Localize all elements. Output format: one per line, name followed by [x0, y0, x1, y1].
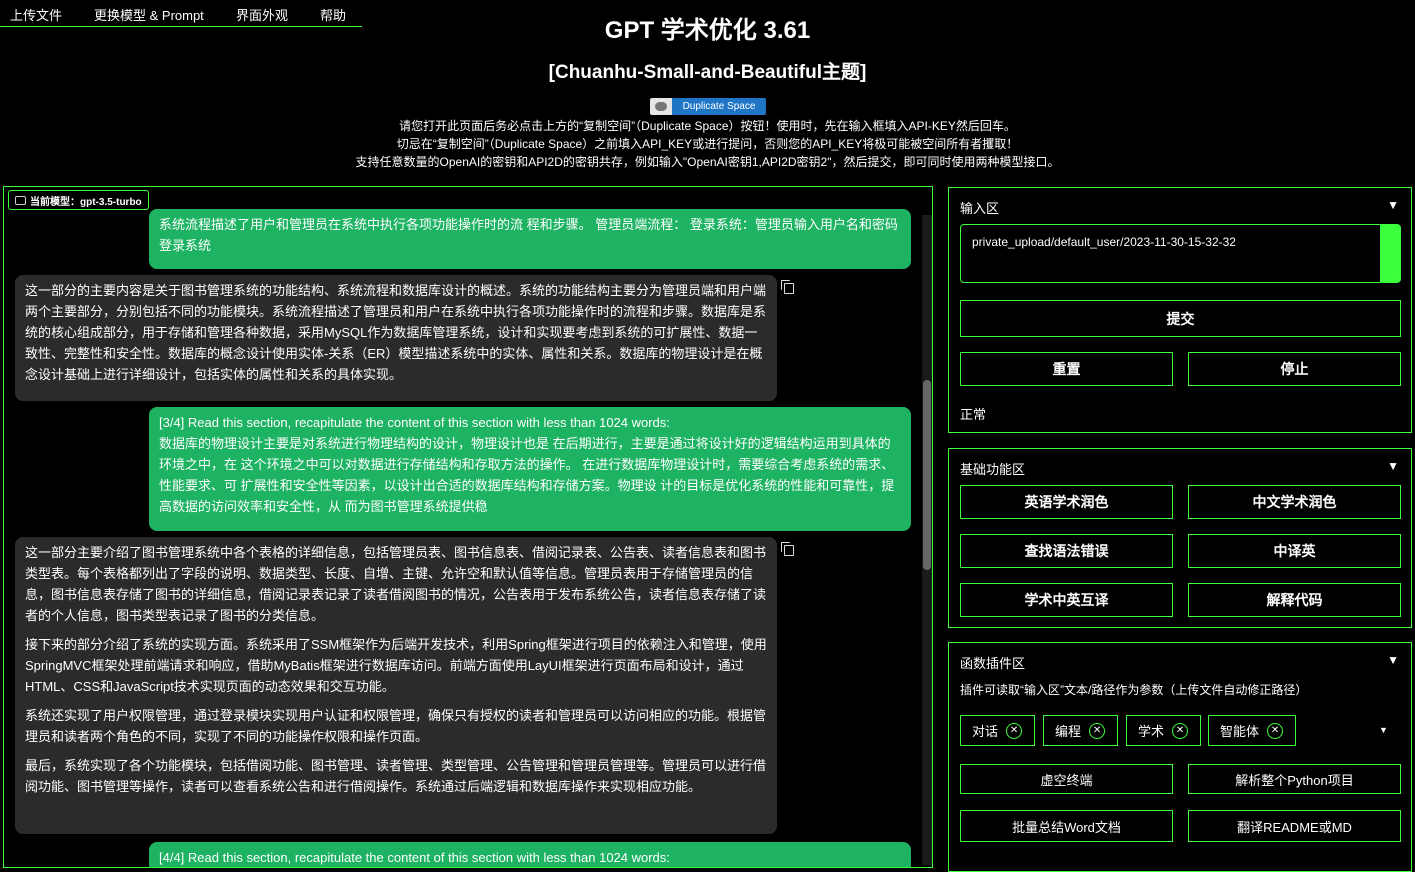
basic-panel-title: 基础功能区 — [960, 462, 1026, 477]
plugin-tag-chip[interactable]: 编程 ✕ — [1043, 715, 1118, 746]
message-paragraph: 接下来的部分介绍了系统的实现方面。系统采用了SSM框架作为后端开发技术，利用Sp… — [25, 637, 767, 694]
input-scrollbar[interactable] — [1380, 225, 1400, 282]
close-icon[interactable]: ✕ — [1089, 722, 1106, 739]
chip-label: 学术 — [1138, 724, 1165, 739]
close-icon[interactable]: ✕ — [1006, 722, 1023, 739]
status-text: 正常 — [960, 407, 987, 422]
assistant-message: 这一部分的主要内容是关于图书管理系统的功能结构、系统流程和数据库设计的概述。系统… — [15, 275, 777, 401]
assistant-message: 这一部分主要介绍了图书管理系统中各个表格的详细信息，包括管理员表、图书信息表、借… — [15, 537, 777, 834]
chinese-polish-button[interactable]: 中文学术润色 — [1188, 485, 1401, 519]
notice-line: 切忌在“复制空间”（Duplicate Space）之前填入API_KEY或进行… — [396, 137, 1019, 151]
notice-line: 支持任意数量的OpenAI的密钥和API2D的密钥共存，例如输入"OpenAI密… — [355, 155, 1060, 169]
huggingface-icon — [650, 98, 672, 115]
academic-translate-button[interactable]: 学术中英互译 — [960, 583, 1173, 617]
stop-button[interactable]: 停止 — [1188, 352, 1401, 386]
page-title: GPT 学术优化 3.61 — [604, 17, 811, 44]
duplicate-space-label: Duplicate Space — [672, 98, 766, 115]
input-panel-title: 输入区 — [960, 201, 1000, 216]
chip-label: 对话 — [972, 724, 999, 739]
collapse-icon[interactable]: ▼ — [1387, 459, 1399, 473]
chat-panel: 当前模型：gpt-3.5-turbo 系统流程描述了用户和管理员在系统中执行各项… — [3, 186, 933, 868]
english-polish-button[interactable]: 英语学术润色 — [960, 485, 1173, 519]
grammar-check-button[interactable]: 查找语法错误 — [960, 534, 1173, 568]
user-message: [3/4] Read this section, recapitulate th… — [149, 407, 911, 531]
current-model-tag: 当前模型：gpt-3.5-turbo — [8, 190, 149, 210]
message-paragraph: 系统还实现了用户权限管理，通过登录模块实现用户认证和权限管理，确保只有授权的读者… — [25, 708, 767, 744]
plugin-tag-chip[interactable]: 学术 ✕ — [1126, 715, 1201, 746]
plugin-panel: 函数插件区 ▼ 插件可读取“输入区”文本/路径作为参数（上传文件自动修正路径） … — [948, 642, 1412, 872]
close-icon[interactable]: ✕ — [1267, 722, 1284, 739]
parse-python-project-button[interactable]: 解析整个Python项目 — [1188, 764, 1401, 794]
scroll-thumb[interactable] — [923, 380, 931, 570]
prompt-input[interactable]: private_upload/default_user/2023-11-30-1… — [960, 224, 1401, 283]
plugin-tag-chip[interactable]: 智能体 ✕ — [1208, 715, 1296, 746]
copy-icon[interactable] — [781, 280, 794, 294]
basic-functions-panel: 基础功能区 ▼ 英语学术润色 中文学术润色 查找语法错误 中译英 学术中英互译 … — [948, 448, 1412, 628]
plugin-hint: 插件可读取“输入区”文本/路径作为参数（上传文件自动修正路径） — [960, 683, 1308, 697]
chevron-down-icon[interactable]: ▼ — [1379, 725, 1388, 735]
notice-line: 请您打开此页面后务必点击上方的“复制空间”（Duplicate Space）按钮… — [399, 119, 1016, 133]
message-paragraph: 最后，系统实现了各个功能模块，包括借阅功能、图书管理、读者管理、类型管理、公告管… — [25, 758, 767, 794]
submit-button[interactable]: 提交 — [960, 300, 1401, 337]
message-paragraph: 这一部分的主要内容是关于图书管理系统的功能结构、系统流程和数据库设计的概述。系统… — [25, 283, 767, 382]
reset-button[interactable]: 重置 — [960, 352, 1173, 386]
collapse-icon[interactable]: ▼ — [1387, 653, 1399, 667]
user-message: [4/4] Read this section, recapitulate th… — [149, 842, 911, 867]
translate-readme-button[interactable]: 翻译README或MD — [1188, 810, 1401, 842]
void-terminal-button[interactable]: 虚空终端 — [960, 764, 1173, 794]
prompt-input-value: private_upload/default_user/2023-11-30-1… — [972, 235, 1236, 249]
copy-icon[interactable] — [781, 542, 794, 556]
input-panel: 输入区 ▼ private_upload/default_user/2023-1… — [948, 187, 1412, 433]
collapse-icon[interactable]: ▼ — [1387, 198, 1399, 212]
chat-icon — [15, 195, 26, 205]
plugin-tag-chip[interactable]: 对话 ✕ — [960, 715, 1035, 746]
chat-scrollbar[interactable] — [922, 215, 932, 865]
chip-label: 编程 — [1055, 724, 1082, 739]
user-message: 系统流程描述了用户和管理员在系统中执行各项功能操作时的流 程和步骤。 管理员端流… — [149, 209, 911, 269]
chip-label: 智能体 — [1220, 724, 1260, 739]
plugin-panel-title: 函数插件区 — [960, 656, 1026, 671]
summarize-word-button[interactable]: 批量总结Word文档 — [960, 810, 1173, 842]
duplicate-space-badge[interactable]: Duplicate Space — [650, 98, 766, 115]
zh-to-en-button[interactable]: 中译英 — [1188, 534, 1401, 568]
page-subtitle: [Chuanhu-Small-and-Beautiful主题] — [548, 62, 867, 83]
explain-code-button[interactable]: 解释代码 — [1188, 583, 1401, 617]
message-paragraph: 这一部分主要介绍了图书管理系统中各个表格的详细信息，包括管理员表、图书信息表、借… — [25, 545, 767, 623]
current-model-label: 当前模型：gpt-3.5-turbo — [30, 196, 142, 208]
close-icon[interactable]: ✕ — [1172, 722, 1189, 739]
